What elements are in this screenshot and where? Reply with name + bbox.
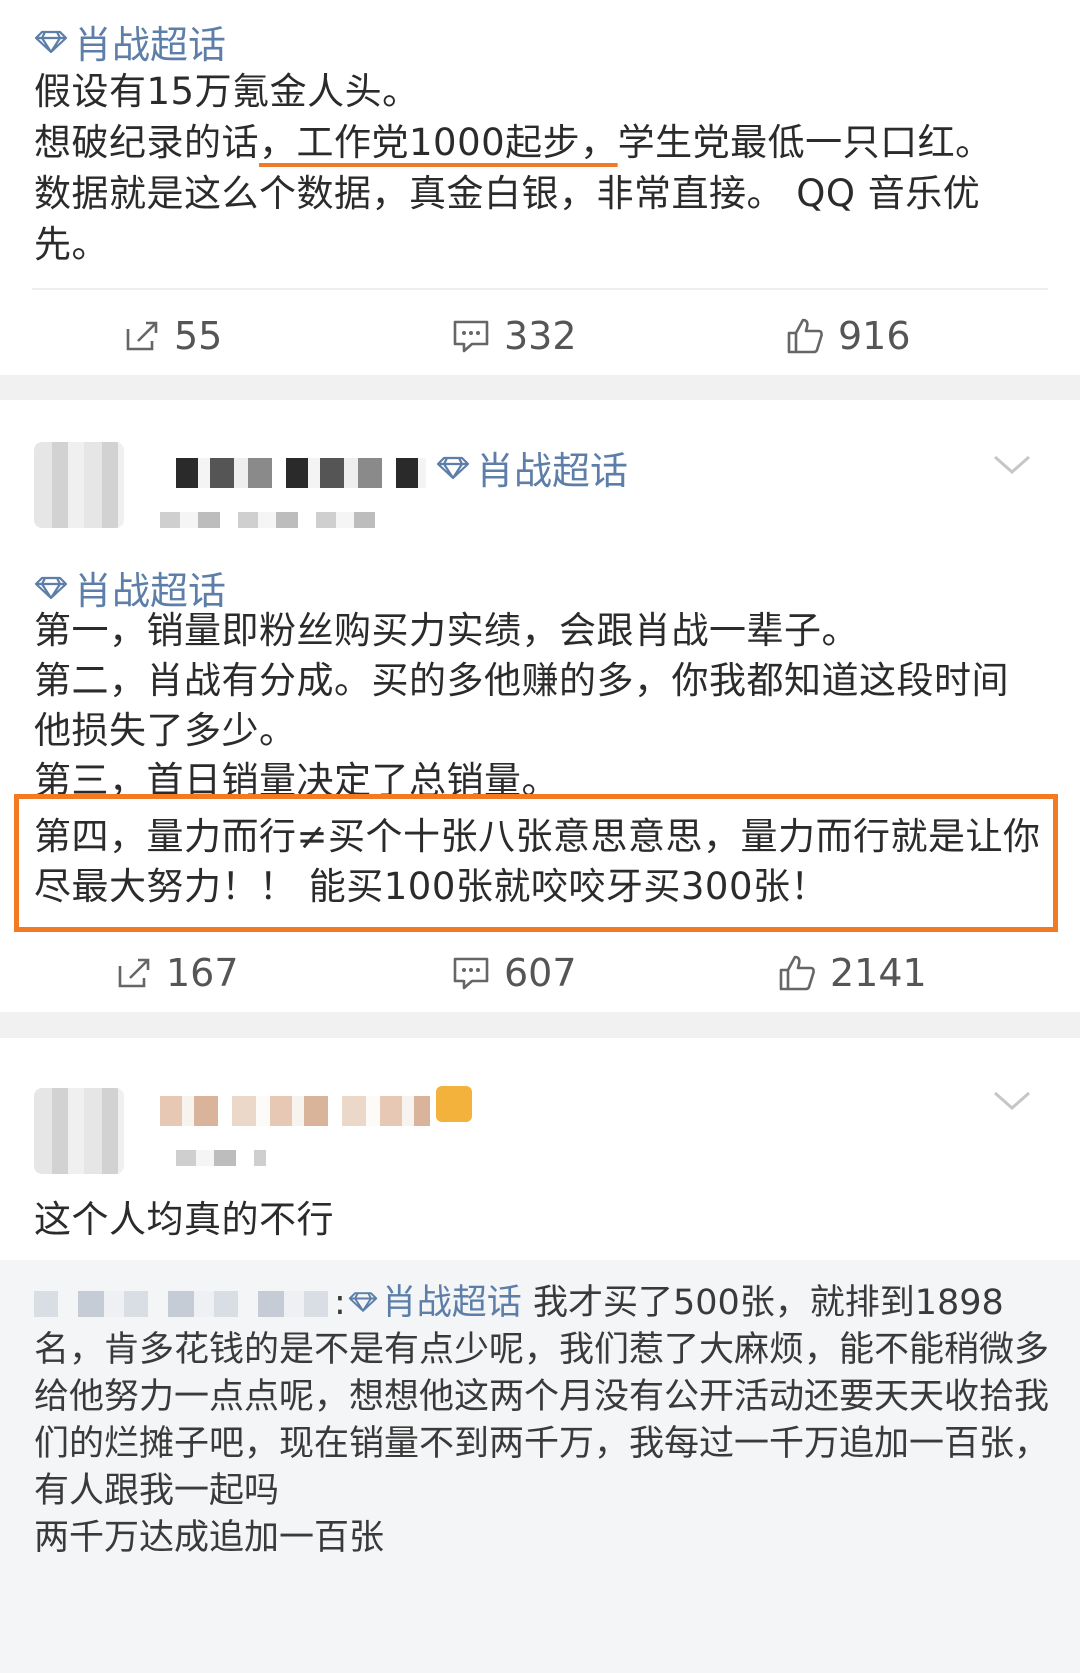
- post-card-2: 肖战超话 肖战超话 第一，销量即粉丝购买力实绩，会跟肖战一辈子。 第二，肖战有分…: [0, 400, 1080, 1012]
- tag-label: 肖战超话: [476, 449, 629, 493]
- repost-button[interactable]: 167: [116, 933, 239, 1013]
- comment-icon: [453, 957, 489, 990]
- like-count: 916: [838, 314, 911, 358]
- username[interactable]: [160, 1096, 430, 1126]
- super-topic-tag[interactable]: 肖战超话: [382, 1283, 522, 1323]
- card-gap: [0, 375, 1080, 400]
- post-text: 假设有15万氪金人头。 想破纪录的话，工作党1000起步，学生党最低一只口红。 …: [34, 70, 993, 266]
- username[interactable]: [176, 458, 426, 488]
- comment-count: 607: [504, 951, 577, 995]
- post-card-1: 肖战超话 假设有15万氪金人头。 想破纪录的话，工作党1000起步，学生党最低一…: [0, 0, 1080, 375]
- comment-button[interactable]: 607: [452, 933, 577, 1013]
- header-super-topic-tag[interactable]: 肖战超话: [436, 440, 628, 495]
- diamond-icon: [34, 30, 68, 54]
- like-button[interactable]: 916: [786, 296, 911, 376]
- like-count: 2141: [830, 951, 927, 995]
- diamond-icon: [34, 576, 68, 600]
- repost-count: 167: [166, 951, 239, 995]
- post-meta: [160, 512, 375, 528]
- super-topic-tag[interactable]: 肖战超话: [34, 14, 226, 69]
- chevron-down-icon[interactable]: [992, 454, 1032, 480]
- like-button[interactable]: 2141: [778, 933, 927, 1013]
- chevron-down-icon[interactable]: [992, 1090, 1032, 1116]
- avatar[interactable]: [34, 442, 124, 528]
- reply-username[interactable]: [34, 1291, 334, 1317]
- repost-icon: [118, 958, 150, 988]
- action-bar: 167 607 2141: [0, 933, 1080, 1013]
- repost-icon: [126, 321, 158, 351]
- comment-button[interactable]: 332: [452, 296, 577, 376]
- comment-icon: [453, 320, 489, 353]
- highlight-box: [14, 794, 1058, 932]
- diamond-icon: [348, 1292, 378, 1312]
- post-card-3: 这个人均真的不行 : 肖战超话 我才买了500张，就排到1898名，肯多花钱的是不…: [0, 1038, 1080, 1673]
- comment-count: 332: [504, 314, 577, 358]
- repost-button[interactable]: 55: [124, 296, 222, 376]
- action-bar: 55 332 916: [0, 296, 1080, 376]
- post-meta: [176, 1150, 266, 1166]
- tag-label: 肖战超话: [74, 23, 227, 67]
- divider: [32, 288, 1048, 290]
- post-text: 这个人均真的不行: [34, 1198, 334, 1241]
- card-gap: [0, 1012, 1080, 1038]
- reply-line-2: 两千万达成追加一百张: [34, 1518, 385, 1558]
- underlined-phrase: ，工作党1000起步，: [259, 121, 618, 164]
- reposted-text: : 肖战超话 我才买了500张，就排到1898名，肯多花钱的是不是有点少呢，我们惹…: [34, 1280, 1050, 1562]
- avatar[interactable]: [34, 1088, 124, 1174]
- thumbs-up-icon: [787, 318, 823, 354]
- thumbs-up-icon: [779, 955, 815, 991]
- vip-badge-icon: [436, 1086, 472, 1122]
- repost-count: 55: [174, 314, 223, 358]
- diamond-icon: [436, 456, 470, 480]
